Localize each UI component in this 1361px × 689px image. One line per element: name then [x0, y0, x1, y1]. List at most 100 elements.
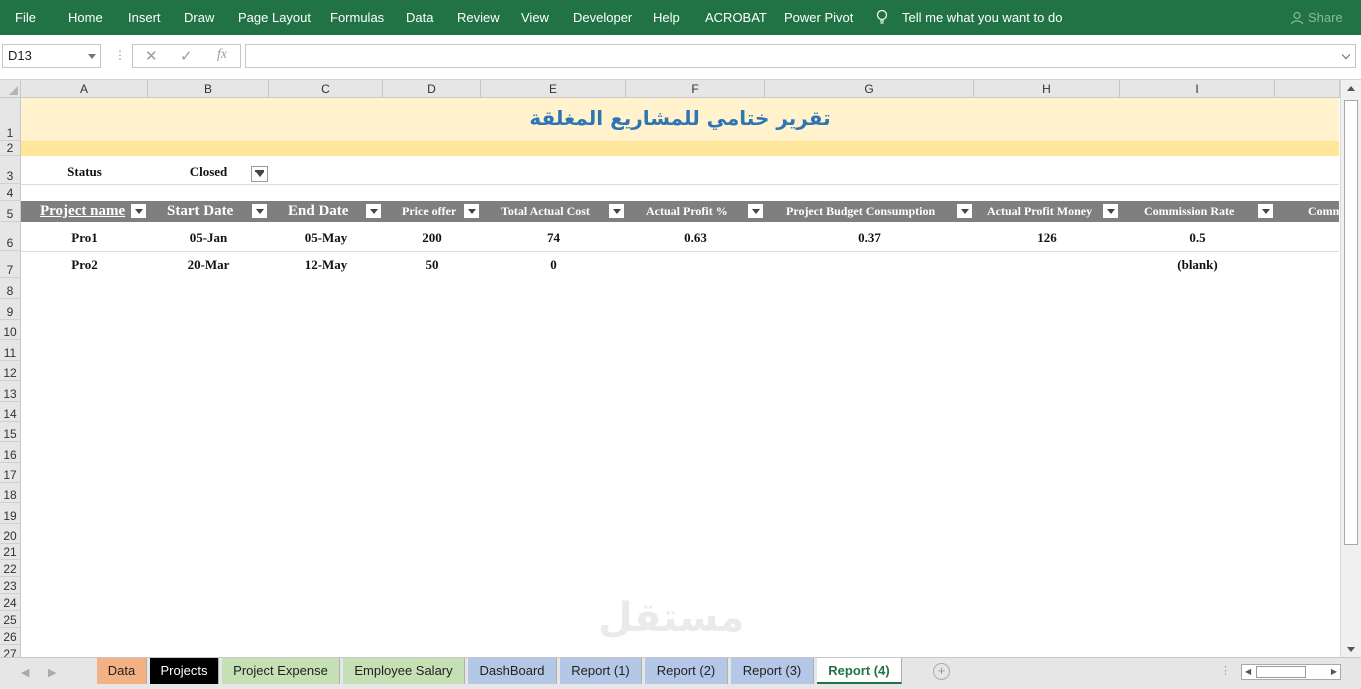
- sheet-tab-employee-salary[interactable]: Employee Salary: [343, 658, 465, 684]
- row-header[interactable]: 26: [0, 628, 21, 645]
- tab-data[interactable]: Data: [406, 10, 433, 25]
- row-header[interactable]: 10: [0, 320, 21, 340]
- dropdown-arrow-icon[interactable]: [1257, 203, 1274, 219]
- column-header-i[interactable]: I: [1120, 80, 1275, 98]
- row-header[interactable]: 6: [0, 222, 21, 251]
- row-header[interactable]: 18: [0, 483, 21, 503]
- column-header-d[interactable]: D: [383, 80, 481, 98]
- table-cell[interactable]: (blank): [1120, 257, 1275, 273]
- tab-insert[interactable]: Insert: [128, 10, 161, 25]
- row-header[interactable]: 2: [0, 141, 21, 156]
- scroll-thumb[interactable]: [1344, 100, 1358, 545]
- filter-icon[interactable]: [251, 166, 268, 182]
- table-cell[interactable]: 12-May: [269, 257, 383, 273]
- column-header-b[interactable]: B: [148, 80, 269, 98]
- row-header[interactable]: 16: [0, 442, 21, 463]
- drag-handle-icon[interactable]: ⋮: [114, 48, 126, 62]
- row-header[interactable]: 14: [0, 402, 21, 422]
- scroll-left-icon[interactable]: ◀: [1245, 667, 1251, 676]
- column-header-c[interactable]: C: [269, 80, 383, 98]
- column-header-g[interactable]: G: [765, 80, 974, 98]
- column-header-f[interactable]: F: [626, 80, 765, 98]
- row-header[interactable]: 15: [0, 422, 21, 442]
- table-cell[interactable]: 200: [383, 230, 481, 246]
- dropdown-arrow-icon[interactable]: [251, 203, 268, 219]
- table-cell[interactable]: Pro1: [21, 230, 148, 246]
- chevron-down-icon[interactable]: [88, 54, 96, 59]
- next-sheet-icon[interactable]: ▶: [48, 666, 56, 679]
- table-cell[interactable]: Pro2: [21, 257, 148, 273]
- table-cell[interactable]: 0.37: [765, 230, 974, 246]
- row-header[interactable]: 1: [0, 98, 21, 141]
- header-project-budget-consumption[interactable]: Project Budget Consumption: [765, 201, 974, 222]
- tab-acrobat[interactable]: ACROBAT: [705, 10, 767, 25]
- row-header[interactable]: 13: [0, 381, 21, 402]
- dropdown-arrow-icon[interactable]: [956, 203, 973, 219]
- table-cell[interactable]: 50: [383, 257, 481, 273]
- header-commission-rate[interactable]: Commission Rate: [1120, 201, 1275, 222]
- scroll-down-icon[interactable]: [1347, 647, 1355, 652]
- enter-icon[interactable]: ✓: [180, 47, 193, 65]
- header-total-actual-cost[interactable]: Total Actual Cost: [481, 201, 626, 222]
- table-cell[interactable]: 05-Jan: [148, 230, 269, 246]
- dropdown-arrow-icon[interactable]: [365, 203, 382, 219]
- dropdown-arrow-icon[interactable]: [1102, 203, 1119, 219]
- scroll-thumb[interactable]: [1256, 666, 1306, 678]
- tab-view[interactable]: View: [521, 10, 549, 25]
- dropdown-arrow-icon[interactable]: [608, 203, 625, 219]
- tab-home[interactable]: Home: [68, 10, 103, 25]
- cancel-icon[interactable]: ✕: [145, 47, 158, 65]
- sheet-tab-data[interactable]: Data: [97, 658, 147, 684]
- row-header[interactable]: 7: [0, 251, 21, 278]
- sheet-tab-report-3[interactable]: Report (3): [731, 658, 814, 684]
- prev-sheet-icon[interactable]: ◀: [21, 666, 29, 679]
- row-header[interactable]: 3: [0, 156, 21, 184]
- insert-function-icon[interactable]: fx: [217, 47, 227, 63]
- row-header[interactable]: 11: [0, 340, 21, 361]
- scroll-right-icon[interactable]: ▶: [1331, 667, 1337, 676]
- row-header[interactable]: 19: [0, 503, 21, 524]
- row-header[interactable]: 17: [0, 463, 21, 483]
- row-header[interactable]: 24: [0, 594, 21, 611]
- row-header[interactable]: 12: [0, 361, 21, 381]
- column-header-h[interactable]: H: [974, 80, 1120, 98]
- horizontal-scrollbar[interactable]: ◀ ▶: [1241, 664, 1341, 680]
- add-sheet-icon[interactable]: +: [933, 663, 950, 680]
- header-end-date[interactable]: End Date: [269, 201, 383, 222]
- row-header[interactable]: 20: [0, 524, 21, 544]
- worksheet-grid[interactable]: A B C D E F G H I 1 2 3 4 5 6 7 8 9 10 1…: [0, 80, 1361, 657]
- row-header[interactable]: 5: [0, 201, 21, 222]
- row-header[interactable]: 25: [0, 611, 21, 628]
- tab-developer[interactable]: Developer: [573, 10, 632, 25]
- tab-draw[interactable]: Draw: [184, 10, 214, 25]
- sheet-tab-projects[interactable]: Projects: [150, 658, 219, 684]
- tab-power-pivot[interactable]: Power Pivot: [784, 10, 853, 25]
- sheet-tab-report-2[interactable]: Report (2): [645, 658, 728, 684]
- column-header-a[interactable]: A: [21, 80, 148, 98]
- tab-formulas[interactable]: Formulas: [330, 10, 384, 25]
- header-actual-profit-money[interactable]: Actual Profit Money: [974, 201, 1120, 222]
- sheet-tab-report-1[interactable]: Report (1): [560, 658, 642, 684]
- table-cell[interactable]: 0: [481, 257, 626, 273]
- column-header-j[interactable]: [1275, 80, 1340, 98]
- row-header[interactable]: 4: [0, 184, 21, 201]
- sheet-tab-report-4[interactable]: Report (4): [817, 658, 902, 684]
- header-start-date[interactable]: Start Date: [148, 201, 269, 222]
- sheet-tab-dashboard[interactable]: DashBoard: [468, 658, 557, 684]
- select-all-button[interactable]: [0, 80, 21, 98]
- expand-formula-icon[interactable]: [1341, 50, 1351, 60]
- table-cell[interactable]: 0.63: [626, 230, 765, 246]
- table-cell[interactable]: 74: [481, 230, 626, 246]
- header-project-name[interactable]: Project name: [21, 201, 148, 222]
- share-button[interactable]: Share: [1290, 10, 1343, 25]
- name-box[interactable]: D13: [2, 44, 101, 68]
- table-cell[interactable]: 126: [974, 230, 1120, 246]
- tell-me-search[interactable]: Tell me what you want to do: [902, 10, 1062, 25]
- table-cell[interactable]: 0.5: [1120, 230, 1275, 246]
- row-header[interactable]: 21: [0, 544, 21, 560]
- column-header-e[interactable]: E: [481, 80, 626, 98]
- table-cell[interactable]: 05-May: [269, 230, 383, 246]
- scroll-up-icon[interactable]: [1347, 86, 1355, 91]
- row-header[interactable]: 27: [0, 645, 21, 657]
- sheet-tab-project-expense[interactable]: Project Expense: [222, 658, 340, 684]
